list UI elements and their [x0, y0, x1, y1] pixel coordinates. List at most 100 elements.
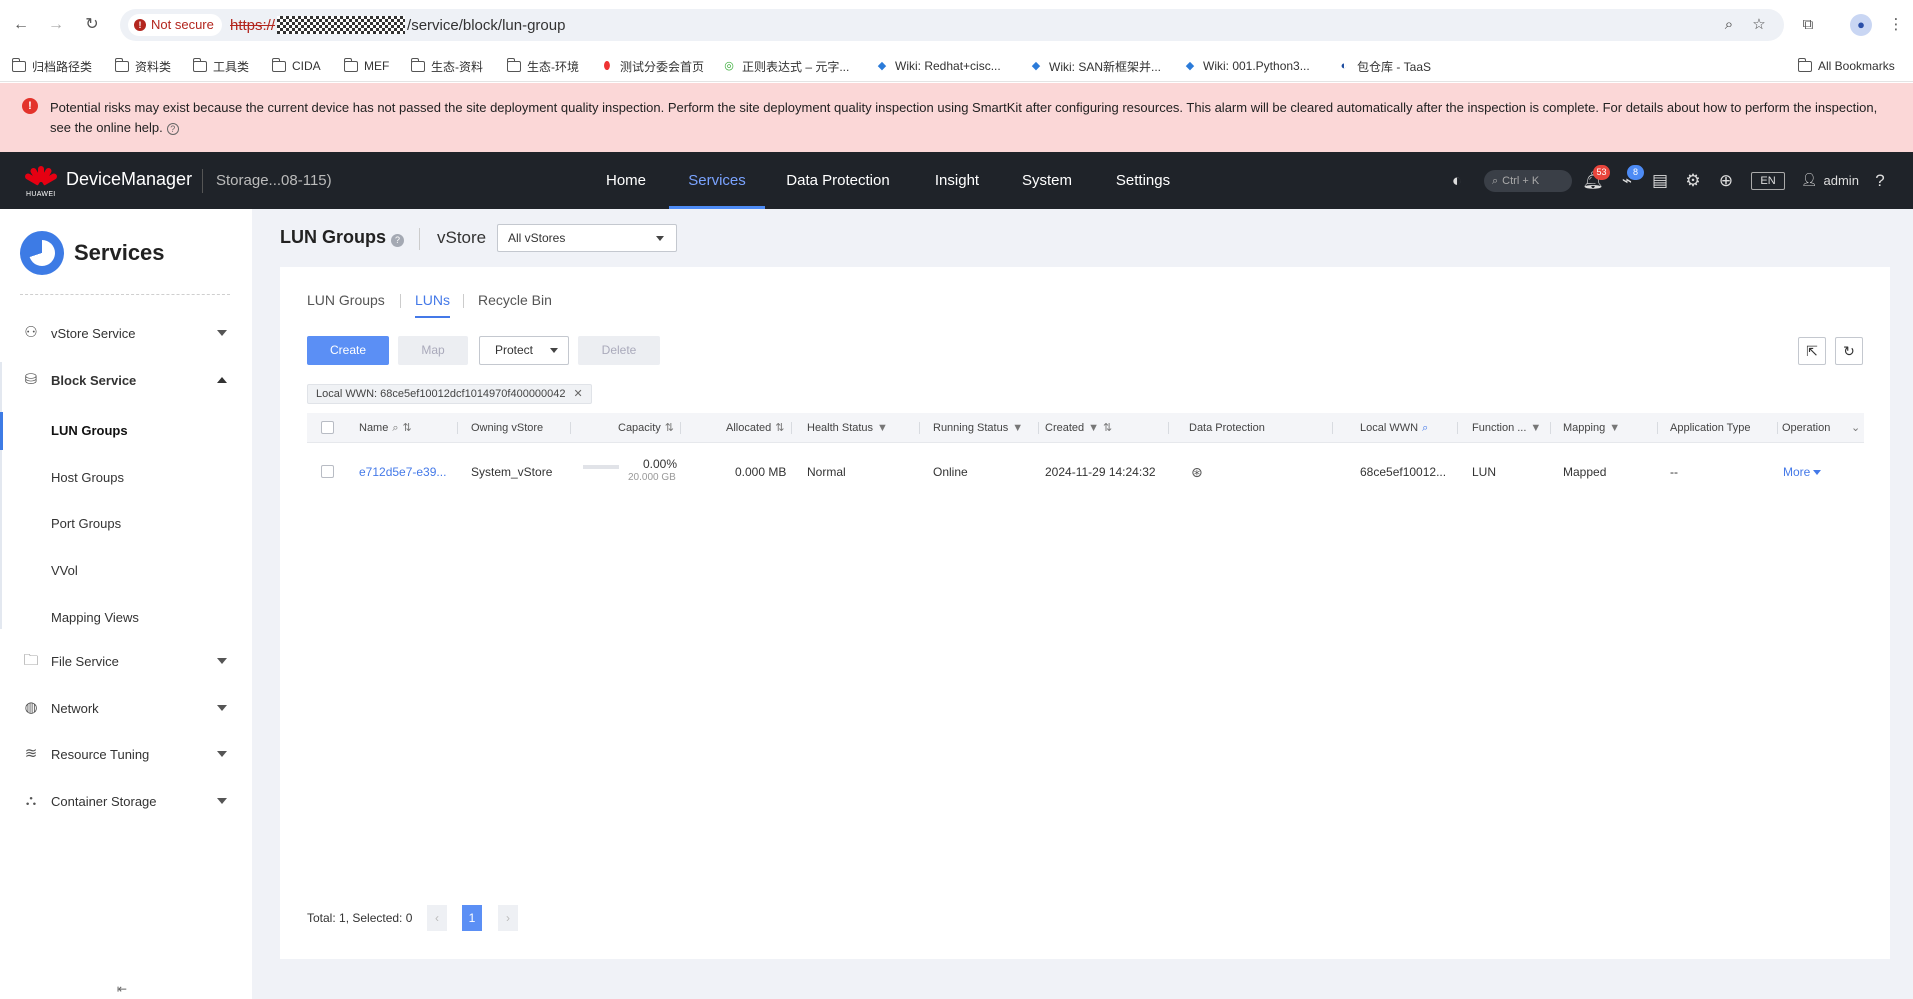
- bookmark-link[interactable]: ◆ Wiki: Redhat+cisc...: [875, 56, 1001, 76]
- create-button[interactable]: Create: [307, 336, 389, 365]
- bookmark-folder[interactable]: 归档路径类: [11, 56, 92, 76]
- data-protection-icon[interactable]: ⊛: [1191, 452, 1203, 492]
- global-search[interactable]: ⌕ Ctrl + K: [1484, 170, 1572, 192]
- nav-services[interactable]: Services: [669, 152, 765, 209]
- url-text[interactable]: https:// /service/block/lun-group: [230, 16, 565, 34]
- sort-icon[interactable]: ⇅: [775, 413, 784, 443]
- nav-system[interactable]: System: [1014, 152, 1080, 209]
- help-icon[interactable]: ?: [1869, 170, 1891, 192]
- protect-dropdown[interactable]: Protect: [479, 336, 569, 365]
- sidebar-item-file-service[interactable]: 🗀︎ File Service: [0, 642, 252, 680]
- menu-kebab-icon[interactable]: ⋮: [1886, 15, 1906, 35]
- column-created[interactable]: Created ▼ ⇅: [1045, 413, 1112, 443]
- filter-icon[interactable]: ▼: [1088, 413, 1099, 443]
- extensions-icon[interactable]: ⧉: [1798, 15, 1818, 35]
- nav-data-protection[interactable]: Data Protection: [778, 152, 898, 209]
- select-all-checkbox[interactable]: [321, 421, 334, 434]
- forward-icon[interactable]: →: [46, 15, 66, 35]
- profile-avatar[interactable]: ●: [1850, 14, 1872, 36]
- map-button[interactable]: Map: [398, 336, 468, 365]
- sort-icon[interactable]: ⇅: [1103, 413, 1112, 443]
- tab-lun-groups[interactable]: LUN Groups: [307, 292, 385, 308]
- language-switch[interactable]: EN: [1751, 172, 1785, 190]
- search-icon[interactable]: ⌕: [392, 413, 398, 443]
- column-allocated[interactable]: Allocated ⇅: [726, 413, 784, 443]
- user-group-icon: ⚇: [24, 324, 38, 341]
- gear-icon[interactable]: ⚙: [1682, 170, 1704, 192]
- sidebar-item-host-groups[interactable]: Host Groups: [0, 459, 252, 497]
- help-icon[interactable]: ?: [166, 122, 179, 135]
- bookmark-folder[interactable]: 生态-资料: [410, 56, 483, 76]
- sidebar-item-vvol[interactable]: VVol: [0, 552, 252, 590]
- sidebar-item-vstore-service[interactable]: ⚇ vStore Service: [0, 314, 252, 352]
- bookmark-link[interactable]: ⬮ 测试分委会首页: [600, 56, 704, 76]
- user-menu[interactable]: 👤︎ admin: [1801, 169, 1859, 191]
- back-icon[interactable]: ←: [11, 15, 31, 35]
- delete-button[interactable]: Delete: [578, 336, 660, 365]
- column-health-status[interactable]: Health Status ▼: [807, 413, 888, 443]
- bookmark-link[interactable]: ◐ 包仓库 - TaaS: [1337, 56, 1431, 76]
- all-bookmarks[interactable]: All Bookmarks: [1797, 56, 1895, 76]
- column-mapping[interactable]: Mapping ▼: [1563, 413, 1620, 443]
- tab-recycle-bin[interactable]: Recycle Bin: [478, 292, 552, 308]
- more-operations-button[interactable]: More: [1783, 452, 1822, 492]
- filter-icon[interactable]: ▼: [1609, 413, 1620, 443]
- tab-luns[interactable]: LUNs: [415, 292, 450, 308]
- sort-icon[interactable]: ⇅: [403, 413, 412, 443]
- notice-icon[interactable]: ▤: [1649, 170, 1671, 192]
- column-capacity[interactable]: Capacity ⇅: [618, 413, 674, 443]
- export-icon[interactable]: ⇱: [1798, 337, 1826, 365]
- prev-page-button[interactable]: ‹: [427, 905, 447, 931]
- next-page-button[interactable]: ›: [498, 905, 518, 931]
- bookmark-folder[interactable]: 生态-环境: [506, 56, 579, 76]
- huawei-logo[interactable]: HUAWEI: [23, 164, 59, 198]
- sidebar-item-port-groups[interactable]: Port Groups: [0, 505, 252, 543]
- nav-settings[interactable]: Settings: [1106, 152, 1180, 209]
- bookmark-folder[interactable]: 工具类: [192, 56, 249, 76]
- sidebar-title: Services: [74, 240, 165, 265]
- column-settings-icon[interactable]: ⌄: [1851, 413, 1860, 443]
- close-icon[interactable]: ✕: [574, 385, 583, 403]
- theme-icon[interactable]: ◐: [1446, 170, 1468, 192]
- zoom-icon[interactable]: ⌕: [1720, 16, 1738, 34]
- filter-icon[interactable]: ▼: [1530, 413, 1541, 443]
- column-running-status[interactable]: Running Status ▼: [933, 413, 1023, 443]
- task-icon[interactable]: ⌁ 8: [1616, 165, 1644, 192]
- bookmark-link[interactable]: ◆ Wiki: SAN新框架并...: [1029, 56, 1161, 76]
- plus-circle-icon[interactable]: ⊕: [1715, 170, 1737, 192]
- column-name[interactable]: Name ⌕ ⇅: [359, 413, 412, 443]
- bookmark-folder[interactable]: MEF: [343, 56, 389, 76]
- bookmark-link[interactable]: ◆ Wiki: 001.Python3...: [1183, 56, 1310, 76]
- address-bar[interactable]: ! Not secure https:// /service/block/lun…: [120, 9, 1784, 41]
- sidebar-item-mapping-views[interactable]: Mapping Views: [0, 599, 252, 637]
- nav-home[interactable]: Home: [592, 152, 660, 209]
- vstore-select[interactable]: All vStores: [497, 224, 677, 252]
- filter-icon[interactable]: ▼: [877, 413, 888, 443]
- page-number-button[interactable]: 1: [462, 905, 482, 931]
- bell-icon[interactable]: 🔔︎ 53: [1582, 165, 1610, 192]
- reload-icon[interactable]: ↻: [82, 15, 102, 35]
- refresh-icon[interactable]: ↻: [1835, 337, 1863, 365]
- search-icon[interactable]: ⌕: [1422, 413, 1428, 443]
- lun-name-link[interactable]: e712d5e7-e39...: [359, 452, 446, 492]
- filter-icon[interactable]: ▼: [1012, 413, 1023, 443]
- sidebar-item-block-service[interactable]: ⛁ Block Service: [0, 361, 252, 399]
- help-icon[interactable]: ?: [391, 234, 404, 247]
- divider: [400, 294, 401, 308]
- column-local-wwn[interactable]: Local WWN ⌕: [1360, 413, 1428, 443]
- collapse-sidebar-icon[interactable]: ⇤: [117, 982, 127, 996]
- sidebar-item-container-storage[interactable]: ⛬ Container Storage: [0, 782, 252, 820]
- row-checkbox[interactable]: [321, 465, 334, 478]
- app-name[interactable]: DeviceManager: [66, 169, 192, 190]
- sort-icon[interactable]: ⇅: [665, 413, 674, 443]
- sidebar-item-network[interactable]: ◍ Network: [0, 689, 252, 727]
- nav-insight[interactable]: Insight: [924, 152, 990, 209]
- not-secure-badge[interactable]: ! Not secure: [128, 14, 222, 36]
- sidebar-item-lun-groups[interactable]: LUN Groups: [0, 412, 252, 450]
- sidebar-item-resource-tuning[interactable]: ≋ Resource Tuning: [0, 735, 252, 773]
- star-icon[interactable]: ☆: [1750, 16, 1768, 34]
- bookmark-folder[interactable]: CIDA: [271, 56, 321, 76]
- bookmark-link[interactable]: ◎ 正则表达式 – 元字...: [722, 56, 849, 76]
- column-function[interactable]: Function ... ▼: [1472, 413, 1541, 443]
- bookmark-folder[interactable]: 资料类: [114, 56, 171, 76]
